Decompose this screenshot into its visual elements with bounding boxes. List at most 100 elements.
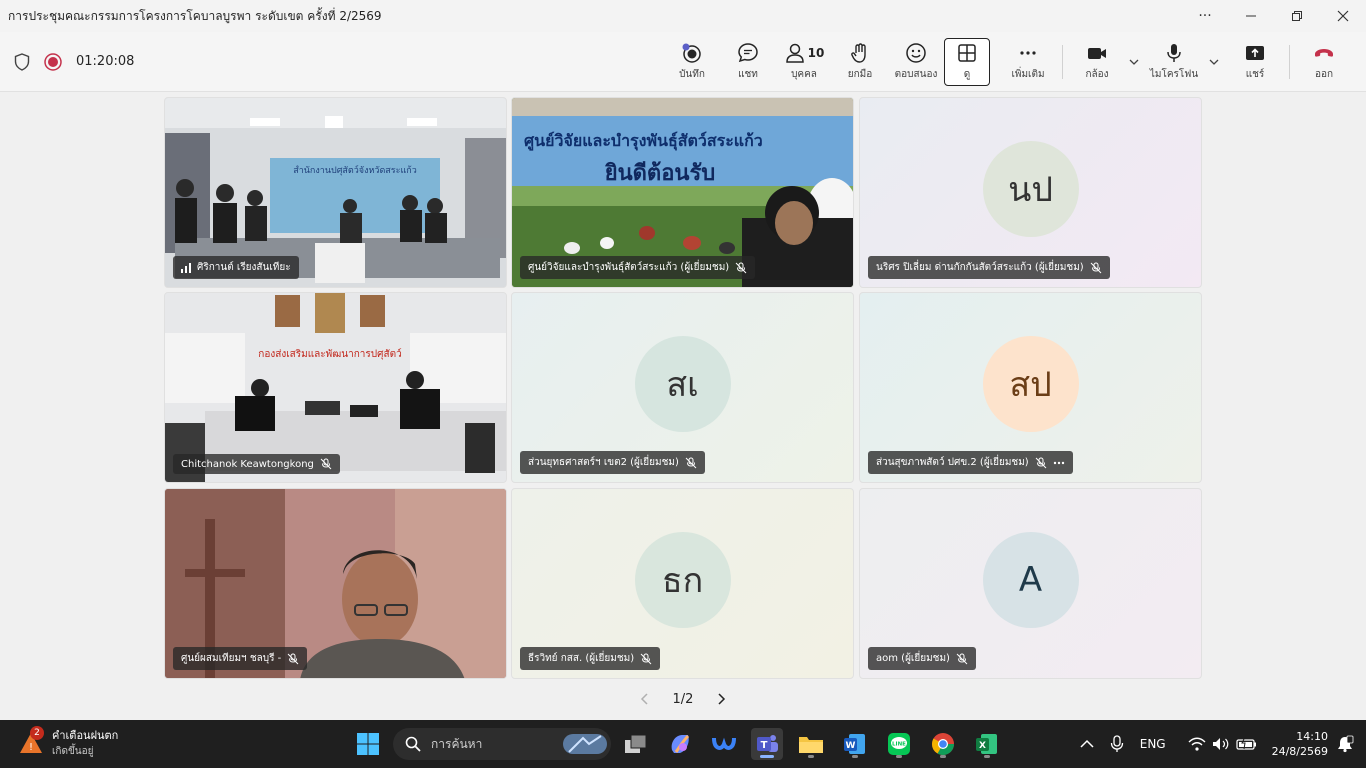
participant-tile[interactable]: สป ส่วนสุขภาพสัตว์ ปศข.2 (ผู้เยี่ยมชม) [859,292,1202,483]
chevron-down-icon [1209,59,1219,65]
participant-name: Chitchanok Keawtongkong [181,458,314,470]
participant-avatar: ธก [634,531,731,628]
search-highlight-icon [563,734,607,754]
task-view-button[interactable] [620,728,652,760]
windows-taskbar: ! 2 คำเตือนฝนตก เกิดขึ้นอยู่ T W LINE [0,720,1366,768]
chevron-up-icon[interactable] [1080,739,1094,749]
leave-label: ออก [1314,68,1334,80]
weather-widget[interactable]: ! 2 คำเตือนฝนตก เกิดขึ้นอยู่ [18,725,118,759]
view-button[interactable]: ดู [944,37,990,86]
teams-button[interactable]: T [751,728,783,760]
smiley-icon [906,42,926,63]
widgets-app-icon [712,737,736,750]
chevron-left-icon[interactable] [640,693,650,705]
mic-off-icon [1090,262,1102,273]
microphone-tray-icon[interactable] [1110,735,1124,753]
more-label: เพิ่มเติม [1011,68,1045,80]
widgets-app-button[interactable] [708,728,740,760]
notification-bell-icon[interactable] [1336,735,1354,753]
participant-nametag: ส่วนสุขภาพสัตว์ ปศข.2 (ผู้เยี่ยมชม) [868,451,1073,474]
wifi-icon[interactable] [1188,737,1206,751]
camera-button[interactable]: กล้อง [1069,38,1125,86]
svg-text:!: ! [29,742,33,753]
more-button[interactable]: เพิ่มเติม [1000,38,1056,86]
mic-button[interactable]: ไมโครโฟน [1143,38,1205,86]
taskbar-search-input[interactable] [431,737,571,751]
mic-options-button[interactable] [1205,38,1223,86]
participant-tile[interactable]: ธก ธีรวิทย์ กสส. (ผู้เยี่ยมชม) [511,488,854,679]
window-title: การประชุมคณะกรรมการโครงการโคบาลบูรพา ระด… [8,8,382,23]
people-count: 10 [807,45,825,60]
input-language[interactable]: ENG [1140,737,1166,751]
participant-tile[interactable]: นป นริศร ปิเลี่ยม ด่านกักกันสัตว์สระแก้ว… [859,97,1202,288]
word-button[interactable]: W [839,728,871,760]
svg-text:LINE: LINE [892,742,906,748]
participant-nametag: ศิริกานต์ เรียงสันเทียะ [173,256,299,279]
chevron-right-icon[interactable] [716,693,726,705]
teams-icon: T [757,735,778,752]
meeting-timer: 01:20:08 [76,54,135,69]
restore-icon [1292,11,1302,21]
people-button[interactable]: 10 บุคคล [776,38,832,86]
people-icon [785,43,804,63]
participant-tile[interactable]: สเ ส่วนยุทธศาสตร์ฯ เขต2 (ผู้เยี่ยมชม) [511,292,854,483]
excel-button[interactable]: X [971,728,1003,760]
record-button[interactable]: บันทึก [664,38,720,86]
participant-nametag: aom (ผู้เยี่ยมชม) [868,647,976,670]
participant-nametag: ศูนย์วิจัยและบำรุงพันธุ์สัตว์สระแก้ว (ผู… [520,256,756,279]
file-explorer-button[interactable] [795,728,827,760]
participant-tile[interactable]: ศูนย์ผสมเทียมฯ ชลบุรี - [164,488,507,679]
page-indicator: 1/2 [672,691,694,707]
start-button[interactable] [352,728,384,760]
battery-icon[interactable] [1235,737,1258,751]
camera-options-button[interactable] [1125,38,1143,86]
mic-label: ไมโครโฟน [1149,68,1199,80]
react-label: ตอบสนอง [894,68,938,80]
minimize-button[interactable] [1228,0,1274,32]
participant-name: ศูนย์ผสมเทียมฯ ชลบุรี - [181,653,282,664]
chat-button[interactable]: แชท [720,38,776,86]
gallery-pager: 1/2 [640,688,726,710]
shield-icon[interactable] [14,52,30,71]
participant-name: ส่วนยุทธศาสตร์ฯ เขต2 (ผู้เยี่ยมชม) [528,457,679,468]
participant-tile[interactable]: ศูนย์วิจัยและบำรุงพันธุ์สัตว์สระแก้ว ยิน… [511,97,854,288]
copilot-icon [671,734,690,753]
folder-icon [799,737,823,753]
taskbar-search[interactable] [393,728,611,760]
chrome-button[interactable] [927,728,959,760]
share-button[interactable]: แชร์ [1227,38,1283,86]
participant-avatar: สเ [634,335,731,432]
microphone-icon [1167,43,1181,62]
participant-tile[interactable]: A aom (ผู้เยี่ยมชม) [859,488,1202,679]
window-titlebar: การประชุมคณะกรรมการโครงการโคบาลบูรพา ระด… [0,0,1366,32]
search-icon [405,736,421,752]
svg-text:T: T [761,740,768,751]
participant-avatar: สป [982,335,1079,432]
window-more-button[interactable]: ··· [1182,0,1228,32]
signal-strength-icon [181,262,191,273]
weather-badge: 2 [30,725,44,740]
participant-nametag: ส่วนยุทธศาสตร์ฯ เขต2 (ผู้เยี่ยมชม) [520,451,705,474]
leave-button[interactable]: ออก [1296,38,1352,86]
share-icon [1246,45,1264,60]
grid-view-icon [958,43,976,62]
participant-tile[interactable]: กองส่งเสริมและพัฒนาการปศุสัตว์ Chitchano… [164,292,507,483]
copilot-button[interactable] [664,728,696,760]
system-tray: ENG 14:10 24/8/2569 [1080,720,1366,768]
participant-more-icon[interactable] [1053,461,1065,465]
word-indicator [852,755,858,758]
room2-sign-text: กองส่งเสริมและพัฒนาการปศุสัตว์ [258,348,401,360]
volume-icon[interactable] [1212,737,1230,751]
participant-name: ศิริกานต์ เรียงสันเทียะ [197,262,291,273]
mic-off-icon [287,653,299,664]
participant-tile[interactable]: สำนักงานปศุสัตว์จังหวัดสระแก้ว ศิริกานต์… [164,97,507,288]
hang-up-icon [1315,48,1333,57]
taskbar-clock[interactable]: 14:10 24/8/2569 [1272,729,1336,759]
restore-button[interactable] [1274,0,1320,32]
svg-text:X: X [979,741,986,751]
file-explorer-indicator [808,755,814,758]
line-button[interactable]: LINE [883,728,915,760]
close-button[interactable] [1320,0,1366,32]
react-button[interactable]: ตอบสนอง [888,38,944,86]
raise-hand-button[interactable]: ยกมือ [832,38,888,86]
